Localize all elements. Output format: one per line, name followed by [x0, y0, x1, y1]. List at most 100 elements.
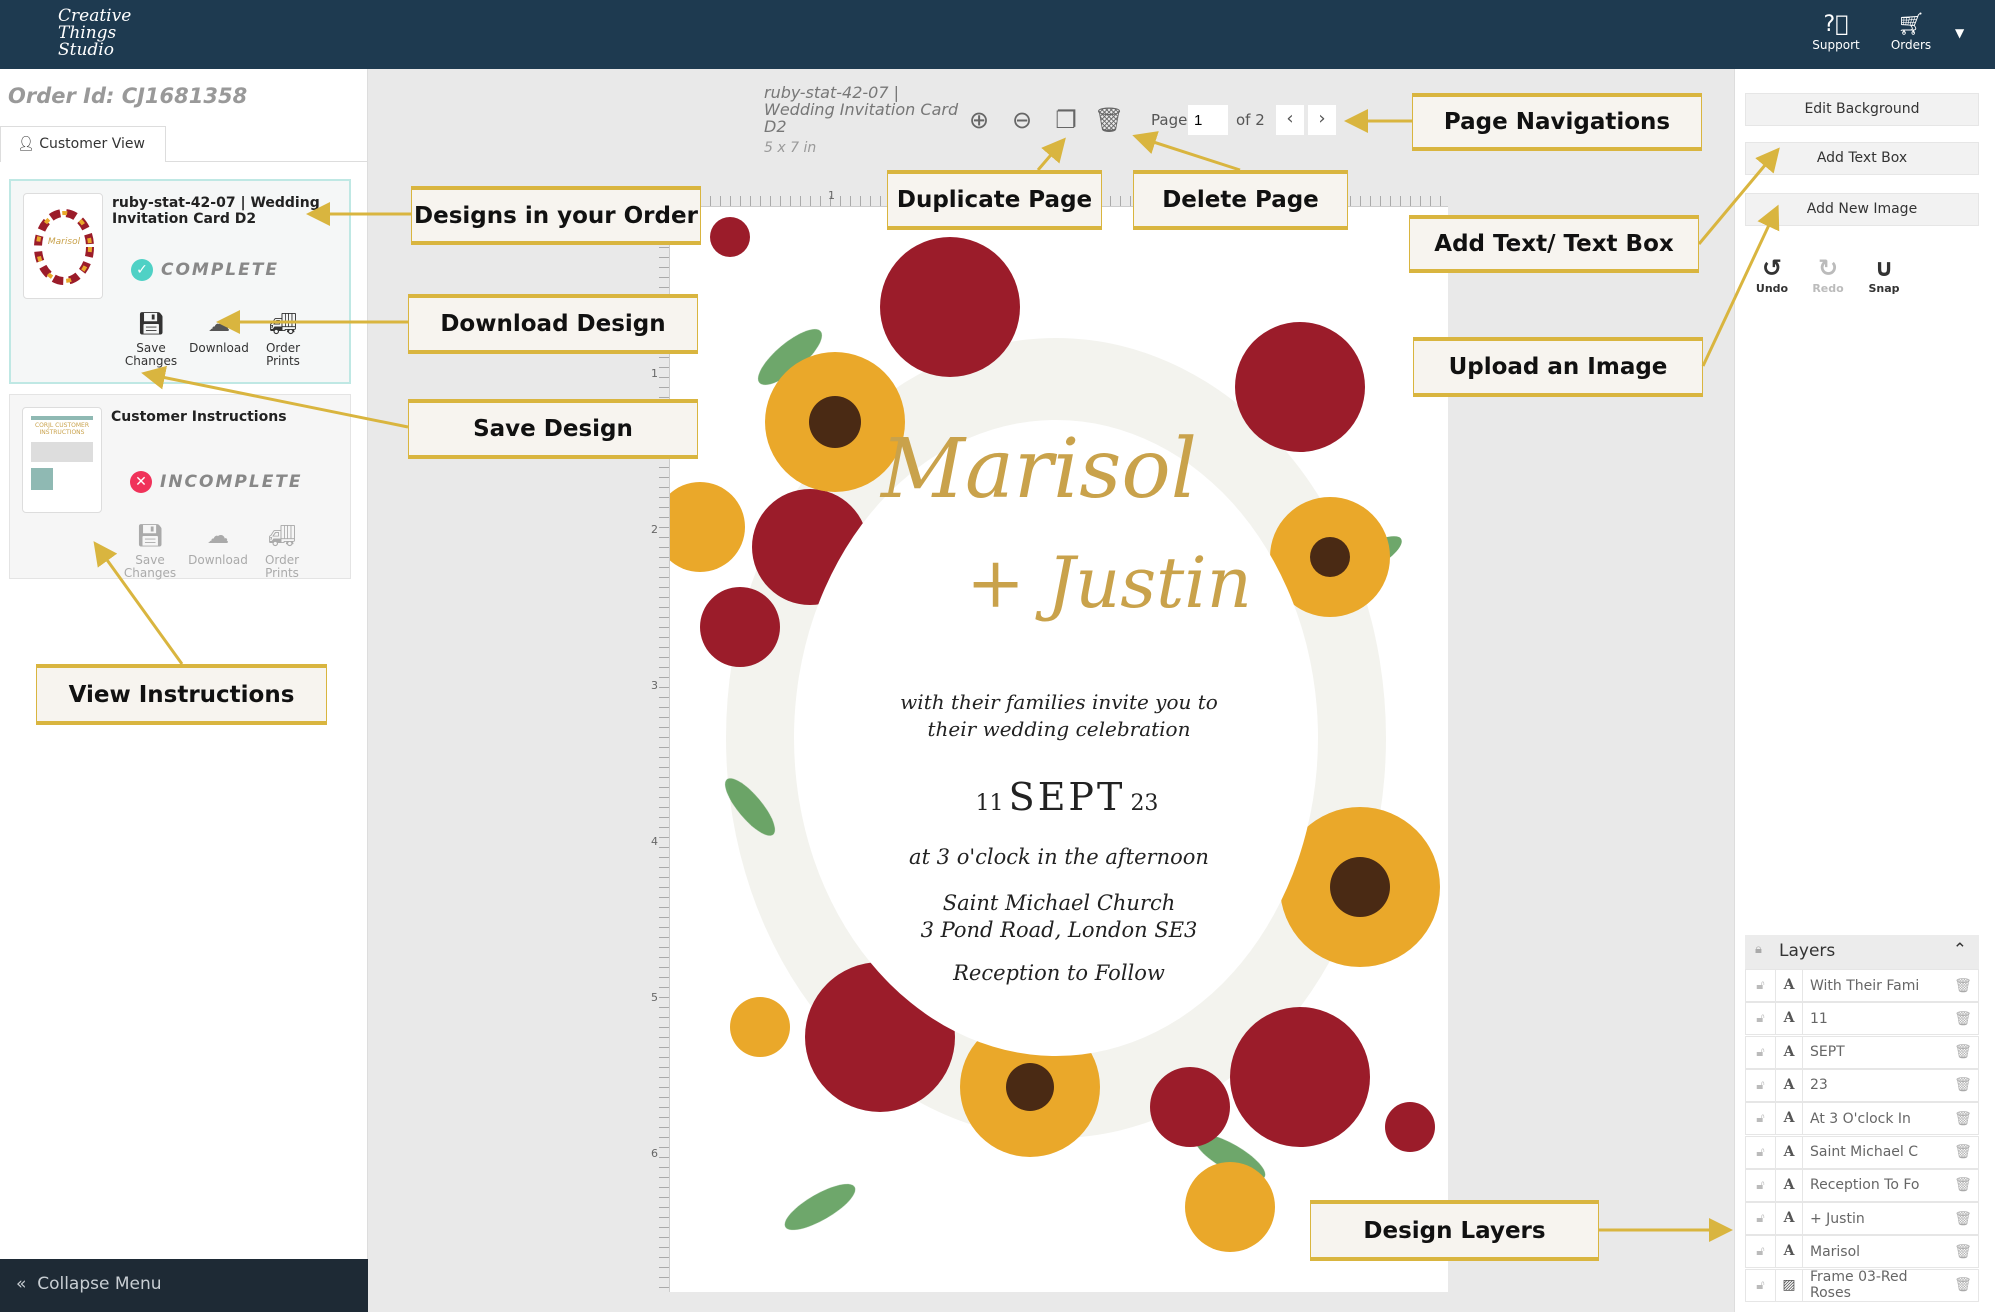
- trash-icon[interactable]: 🗑︎: [1948, 1044, 1978, 1060]
- invite-line-2[interactable]: their wedding celebration: [670, 717, 1448, 741]
- support-button[interactable]: ?⃝ Support: [1806, 12, 1866, 52]
- unlock-icon[interactable]: 🔓︎: [1746, 1136, 1776, 1168]
- cart-icon: 🛒︎: [1897, 12, 1925, 37]
- design-title[interactable]: Customer Instructions: [111, 409, 331, 425]
- layer-row[interactable]: 🔓︎ A SEPT 🗑︎: [1745, 1035, 1979, 1069]
- zoom-out-icon[interactable]: ⊖: [1007, 106, 1037, 134]
- trash-icon[interactable]: 🗑︎: [1948, 1144, 1978, 1160]
- download-button[interactable]: ☁ Download: [188, 523, 248, 567]
- svg-text:Marisol: Marisol: [48, 237, 81, 247]
- layer-row[interactable]: 🔓︎ A With Their Fami 🗑︎: [1745, 969, 1979, 1002]
- logo[interactable]: Creative Things Studio: [58, 8, 158, 59]
- text-type-icon: A: [1776, 1069, 1803, 1101]
- cloud-download-icon: ☁: [207, 524, 229, 549]
- trash-icon[interactable]: 🗑︎: [1948, 1177, 1978, 1193]
- edit-background-button[interactable]: Edit Background: [1745, 93, 1979, 126]
- layer-row[interactable]: 🔓︎ ▨ Frame 03-Red Roses 🗑︎: [1745, 1268, 1979, 1302]
- add-text-box-button[interactable]: Add Text Box: [1745, 142, 1979, 175]
- account-dropdown-icon[interactable]: ▼: [1955, 26, 1964, 40]
- redo-button[interactable]: ↻ Redo: [1808, 254, 1848, 295]
- layer-name: 11: [1810, 1010, 1828, 1027]
- trash-icon[interactable]: 🗑︎: [1948, 978, 1978, 994]
- truck-icon: 🚚︎: [269, 312, 297, 337]
- page-count: of 2: [1236, 111, 1265, 129]
- prev-page-button[interactable]: ‹: [1276, 105, 1304, 135]
- reception-line[interactable]: Reception to Follow: [670, 961, 1448, 985]
- trash-icon[interactable]: 🗑︎: [1948, 1211, 1978, 1227]
- layer-row[interactable]: 🔓︎ A + Justin 🗑︎: [1745, 1202, 1979, 1236]
- user-icon: 👤︎: [17, 136, 35, 152]
- layer-row[interactable]: 🔓︎ A Marisol 🗑︎: [1745, 1235, 1979, 1269]
- design-card-invitation[interactable]: Marisol ruby-stat-42-07 | Wedding Invita…: [9, 179, 351, 384]
- unlock-icon[interactable]: 🔓︎: [1746, 1069, 1776, 1101]
- support-label: Support: [1812, 38, 1860, 52]
- text-type-icon: A: [1776, 1169, 1803, 1201]
- unlock-icon[interactable]: 🔓︎: [1746, 970, 1776, 1001]
- save-changes-button[interactable]: 💾︎ Save Changes: [120, 523, 180, 580]
- callout-page-navigations: Page Navigations: [1412, 93, 1702, 151]
- help-icon: ?⃝: [1823, 12, 1849, 37]
- name-marisol[interactable]: Marisol: [670, 422, 1428, 517]
- divider: [166, 161, 368, 162]
- design-thumbnail[interactable]: Marisol: [23, 193, 103, 299]
- design-card-instructions[interactable]: CORJL CUSTOMER INSTRUCTIONS Customer Ins…: [9, 394, 351, 580]
- order-id: Order Id: CJ1681358: [8, 84, 248, 108]
- text-type-icon: A: [1776, 1003, 1803, 1035]
- design-title[interactable]: ruby-stat-42-07 | Wedding Invitation Car…: [112, 195, 332, 227]
- undo-icon: ↺: [1761, 254, 1783, 282]
- callout-view-instructions: View Instructions: [36, 664, 327, 725]
- next-page-button[interactable]: ›: [1308, 105, 1336, 135]
- time-line[interactable]: at 3 o'clock in the afternoon: [670, 845, 1448, 869]
- add-new-image-button[interactable]: Add New Image: [1745, 193, 1979, 226]
- trash-icon[interactable]: 🗑︎: [1948, 1111, 1978, 1127]
- unlock-icon[interactable]: 🔓︎: [1746, 1236, 1776, 1268]
- name-justin[interactable]: + Justin: [720, 542, 1448, 624]
- layer-name: SEPT: [1810, 1044, 1845, 1061]
- date-line[interactable]: 11 SEPT 23: [678, 775, 1448, 819]
- x-icon: ✕: [130, 471, 152, 493]
- floral-frame-image[interactable]: [670, 207, 1448, 1292]
- page-label: Page: [1151, 111, 1188, 129]
- unlock-icon[interactable]: 🔓︎: [1746, 1269, 1776, 1301]
- unlock-icon[interactable]: 🔓︎: [1746, 1036, 1776, 1068]
- invite-line-1[interactable]: with their families invite you to: [670, 690, 1448, 714]
- chevron-up-icon[interactable]: ⌃: [1953, 940, 1967, 960]
- venue-line-2[interactable]: 3 Pond Road, London SE3: [670, 918, 1448, 942]
- callout-duplicate-page: Duplicate Page: [887, 170, 1102, 230]
- layer-name: 23: [1810, 1077, 1828, 1094]
- unlock-icon[interactable]: 🔓︎: [1746, 1169, 1776, 1201]
- instructions-thumbnail[interactable]: CORJL CUSTOMER INSTRUCTIONS: [22, 407, 102, 513]
- trash-icon[interactable]: 🗑︎: [1948, 1244, 1978, 1260]
- page-number-input[interactable]: [1188, 105, 1228, 135]
- design-canvas[interactable]: Marisol + Justin with their families inv…: [670, 207, 1448, 1292]
- layer-row[interactable]: 🔓︎ A Reception To Fo 🗑︎: [1745, 1168, 1979, 1202]
- duplicate-page-icon[interactable]: ❐: [1051, 106, 1081, 134]
- layer-row[interactable]: 🔓︎ A 11 🗑︎: [1745, 1002, 1979, 1036]
- trash-icon[interactable]: 🗑︎: [1948, 1011, 1978, 1027]
- undo-button[interactable]: ↺ Undo: [1752, 254, 1792, 295]
- order-prints-button[interactable]: 🚚︎ Order Prints: [252, 523, 312, 580]
- save-changes-button[interactable]: 💾︎ Save Changes: [121, 311, 181, 368]
- venue-line-1[interactable]: Saint Michael Church: [670, 891, 1448, 915]
- zoom-in-icon[interactable]: ⊕: [964, 106, 994, 134]
- tab-customer-view[interactable]: 👤︎ Customer View: [0, 126, 166, 162]
- collapse-menu-button[interactable]: « Collapse Menu: [0, 1259, 368, 1312]
- layer-name: With Their Fami: [1810, 977, 1920, 994]
- order-prints-button[interactable]: 🚚︎ Order Prints: [253, 311, 313, 368]
- trash-icon[interactable]: 🗑︎: [1948, 1077, 1978, 1093]
- layer-row[interactable]: 🔓︎ A At 3 O'clock In 🗑︎: [1745, 1102, 1979, 1136]
- layer-row[interactable]: 🔓︎ A 23 🗑︎: [1745, 1068, 1979, 1102]
- orders-button[interactable]: 🛒︎ Orders: [1881, 12, 1941, 52]
- delete-page-icon[interactable]: 🗑︎: [1094, 106, 1124, 134]
- snap-button[interactable]: ∪ Snap: [1864, 254, 1904, 295]
- trash-icon[interactable]: 🗑︎: [1948, 1277, 1978, 1293]
- layer-row[interactable]: 🔓︎ A Saint Michael C 🗑︎: [1745, 1135, 1979, 1169]
- unlock-icon[interactable]: 🔓︎: [1746, 1003, 1776, 1035]
- text-type-icon: A: [1776, 1103, 1803, 1135]
- layers-panel-header[interactable]: 🔒︎ Layers ⌃: [1745, 935, 1979, 969]
- download-button[interactable]: ☁ Download: [189, 311, 249, 355]
- cloud-download-icon: ☁: [208, 312, 230, 337]
- image-icon: ▨: [1776, 1269, 1803, 1301]
- unlock-icon[interactable]: 🔓︎: [1746, 1203, 1776, 1235]
- unlock-icon[interactable]: 🔓︎: [1746, 1103, 1776, 1135]
